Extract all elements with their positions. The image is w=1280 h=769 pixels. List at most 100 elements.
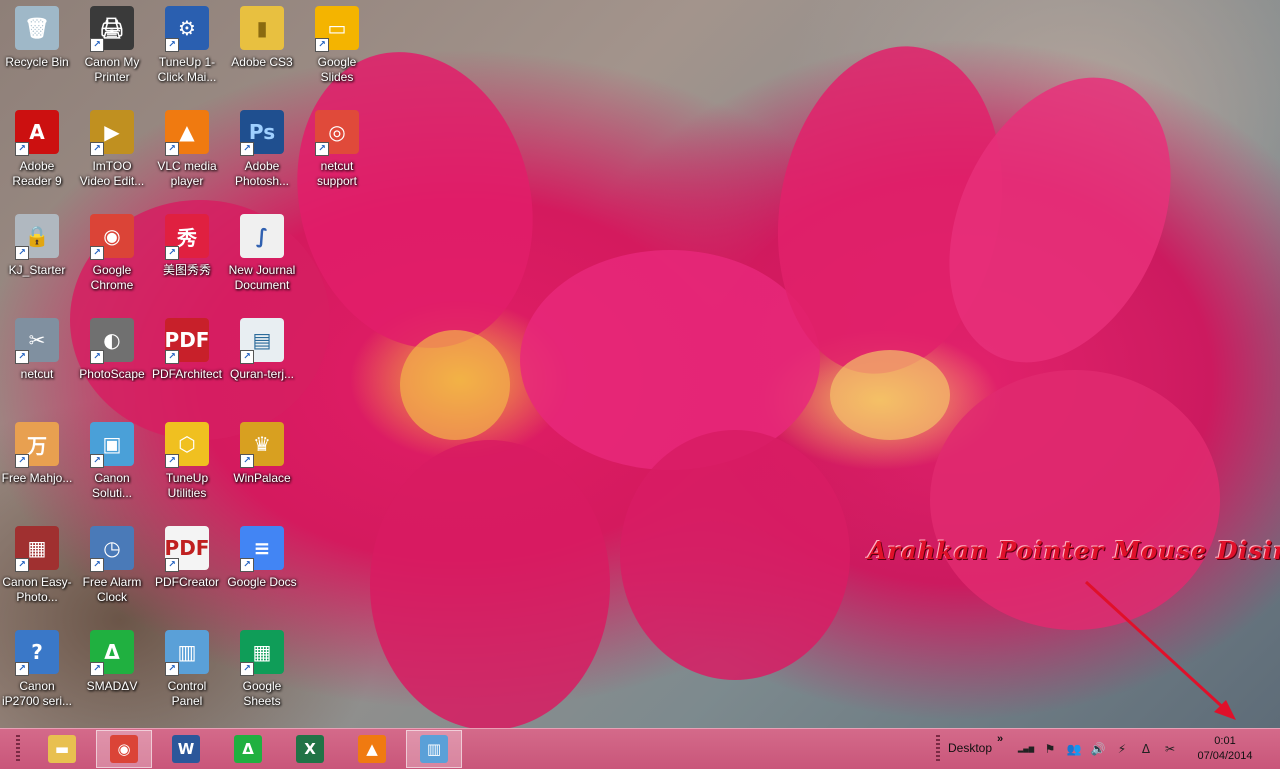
network-users-icon[interactable]: 👥 xyxy=(1066,741,1082,757)
desktop-icon-google-docs[interactable]: ≡ ↗ Google Docs xyxy=(225,520,299,620)
app-icon: ◉ ↗ xyxy=(90,214,134,260)
shortcut-arrow-icon: ↗ xyxy=(165,38,179,52)
app-icon: ▭ ↗ xyxy=(315,6,359,52)
desktop-icon-label: netcut xyxy=(20,367,54,381)
app-icon: ≡ ↗ xyxy=(240,526,284,572)
desktop-icon-google-slides[interactable]: ▭ ↗ Google Slides xyxy=(300,0,374,100)
desktop-icon-label: Adobe Reader 9 xyxy=(12,159,62,188)
annotation-text: Arahkan Pointer Mouse Disini xyxy=(868,536,1280,565)
app-icon: ▦ ↗ xyxy=(240,630,284,676)
taskbar-button-smadav[interactable]: Δ xyxy=(220,730,276,768)
desktop-icon-canon-easy-photo[interactable]: ▦ ↗ Canon Easy-Photo... xyxy=(0,520,74,620)
desktop-icon-label: Google Chrome xyxy=(90,263,134,292)
desktop-icon-label: Adobe CS3 xyxy=(231,55,293,69)
wallpaper-petal xyxy=(930,370,1220,630)
desktop-icon-kj-starter[interactable]: 🔒 ↗ KJ_Starter xyxy=(0,208,74,308)
app-icon-glyph: ▥ xyxy=(177,640,197,664)
desktop-icon-smad-v[interactable]: Δ ↗ SMADΔV xyxy=(75,624,149,724)
desktop-icon-label: Recycle Bin xyxy=(5,55,69,69)
desktop-icon-label: Canon Soluti... xyxy=(91,471,133,500)
app-icon: 🖨 ↗ xyxy=(90,6,134,52)
desktop-icon-adobe-photosh[interactable]: Ps ↗ Adobe Photosh... xyxy=(225,104,299,204)
volume-icon[interactable]: 🔊 xyxy=(1090,741,1106,757)
app-icon: A ↗ xyxy=(15,110,59,156)
toolbar-grip[interactable] xyxy=(936,735,940,763)
wallpaper-flower-center xyxy=(830,350,950,440)
app-icon-glyph: 万 xyxy=(27,433,47,458)
taskbar-button-file-explorer[interactable]: ▬ xyxy=(34,730,90,768)
desktop-icon-free-alarm-clock[interactable]: ◷ ↗ Free Alarm Clock xyxy=(75,520,149,620)
desktop-icon-google-chrome[interactable]: ◉ ↗ Google Chrome xyxy=(75,208,149,308)
desktop-icon-label: PDFCreator xyxy=(154,575,219,589)
power-plug-icon[interactable]: ⚡ xyxy=(1114,741,1130,757)
desktop-icon-recycle-bin[interactable]: 🗑 Recycle Bin xyxy=(0,0,74,100)
app-icon: ▥ ↗ xyxy=(165,630,209,676)
signal-icon[interactable]: ▂▄▆ xyxy=(1018,741,1034,757)
desktop-icon-label: PhotoScape xyxy=(79,367,145,381)
desktop-icon-winpalace[interactable]: ♛ ↗ WinPalace xyxy=(225,416,299,516)
shortcut-arrow-icon: ↗ xyxy=(165,558,179,572)
desktop-icon-netcut[interactable]: ✂ ↗ netcut xyxy=(0,312,74,412)
desktop-icon-new-journal-document[interactable]: ∫ New Journal Document xyxy=(225,208,299,308)
flag-icon[interactable]: ⚑ xyxy=(1042,741,1058,757)
taskbar-button-microsoft-excel[interactable]: X xyxy=(282,730,338,768)
desktop-icon-label: SMADΔV xyxy=(86,679,138,693)
app-icon: ⬡ ↗ xyxy=(165,422,209,468)
app-icon: ▮ xyxy=(240,6,284,50)
desktop-icon-pdfarchitect[interactable]: PDF ↗ PDFArchitect xyxy=(150,312,224,412)
app-icon-glyph: ◷ xyxy=(103,536,121,560)
desktop-icon-quran-terj[interactable]: ▤ ↗ Quran-terj... xyxy=(225,312,299,412)
app-icon: ◷ ↗ xyxy=(90,526,134,572)
desktop-icon-free-mahjo[interactable]: 万 ↗ Free Mahjo... xyxy=(0,416,74,516)
desktop-icon-pdfcreator[interactable]: PDF ↗ PDFCreator xyxy=(150,520,224,620)
desktop-icon-[interactable]: 秀 ↗ 美图秀秀 xyxy=(150,208,224,308)
app-icon-glyph: ▲ xyxy=(179,120,195,144)
desktop-icon-control-panel[interactable]: ▥ ↗ Control Panel xyxy=(150,624,224,724)
shortcut-arrow-icon: ↗ xyxy=(90,142,104,156)
shortcut-arrow-icon: ↗ xyxy=(15,662,29,676)
desktop-icon-canon-my-printer[interactable]: 🖨 ↗ Canon My Printer xyxy=(75,0,149,100)
app-icon: ◎ ↗ xyxy=(315,110,359,156)
shortcut-arrow-icon: ↗ xyxy=(15,454,29,468)
shortcut-arrow-icon: ↗ xyxy=(315,38,329,52)
app-icon-glyph: ◎ xyxy=(328,120,346,144)
netcut-tray-icon[interactable]: ✂ xyxy=(1162,741,1178,757)
taskbar-button-microsoft-word[interactable]: W xyxy=(158,730,214,768)
desktop-icon-adobe-cs3[interactable]: ▮ Adobe CS3 xyxy=(225,0,299,100)
app-icon: ✂ ↗ xyxy=(15,318,59,364)
file-explorer-icon: ▬ xyxy=(48,735,76,763)
desktop-icon-label: Free Alarm Clock xyxy=(82,575,142,604)
desktop-icon-vlc-media-player[interactable]: ▲ ↗ VLC media player xyxy=(150,104,224,204)
desktop-icon-google-sheets[interactable]: ▦ ↗ Google Sheets xyxy=(225,624,299,724)
desktop-icon-label: Google Slides xyxy=(317,55,357,84)
taskbar-grip[interactable] xyxy=(16,735,20,763)
desktop-icon-label: Google Docs xyxy=(227,575,297,589)
control-panel-icon: ▥ xyxy=(420,735,448,763)
desktop-icon-netcut-support[interactable]: ◎ ↗ netcut support xyxy=(300,104,374,204)
shortcut-arrow-icon: ↗ xyxy=(240,142,254,156)
taskbar-button-google-chrome[interactable]: ◉ xyxy=(96,730,152,768)
app-icon: 🗑 xyxy=(15,6,59,50)
app-icon-glyph: ▦ xyxy=(27,536,47,560)
desktop-toolbar-label[interactable]: Desktop xyxy=(948,741,992,755)
clock[interactable]: 0:01 07/04/2014 xyxy=(1190,734,1260,764)
desktop-icon-tuneup-1-click-mai[interactable]: ⚙ ↗ TuneUp 1-Click Mai... xyxy=(150,0,224,100)
taskbar-button-control-panel[interactable]: ▥ xyxy=(406,730,462,768)
desktop-icon-photoscape[interactable]: ◐ ↗ PhotoScape xyxy=(75,312,149,412)
shortcut-arrow-icon: ↗ xyxy=(240,662,254,676)
toolbar-chevron-icon[interactable]: » xyxy=(997,733,1003,745)
app-icon-glyph: 🗑 xyxy=(24,16,50,40)
smadav-tray-icon[interactable]: Δ xyxy=(1138,741,1154,757)
desktop-icon-adobe-reader-9[interactable]: A ↗ Adobe Reader 9 xyxy=(0,104,74,204)
desktop-icon-label: Canon My Printer xyxy=(84,55,140,84)
app-icon: ♛ ↗ xyxy=(240,422,284,468)
app-icon: Ps ↗ xyxy=(240,110,284,156)
app-icon: 🔒 ↗ xyxy=(15,214,59,260)
app-icon: PDF ↗ xyxy=(165,526,209,572)
desktop-icon-canon-soluti[interactable]: ▣ ↗ Canon Soluti... xyxy=(75,416,149,516)
app-icon-glyph: 🔒 xyxy=(24,224,50,248)
taskbar-button-vlc-media-player[interactable]: ▲ xyxy=(344,730,400,768)
desktop-icon-tuneup-utilities[interactable]: ⬡ ↗ TuneUp Utilities xyxy=(150,416,224,516)
desktop-icon-canon-ip2700-seri[interactable]: ? ↗ Canon iP2700 seri... xyxy=(0,624,74,724)
desktop-icon-imtoo-video-edit[interactable]: ▶ ↗ ImTOO Video Edit... xyxy=(75,104,149,204)
